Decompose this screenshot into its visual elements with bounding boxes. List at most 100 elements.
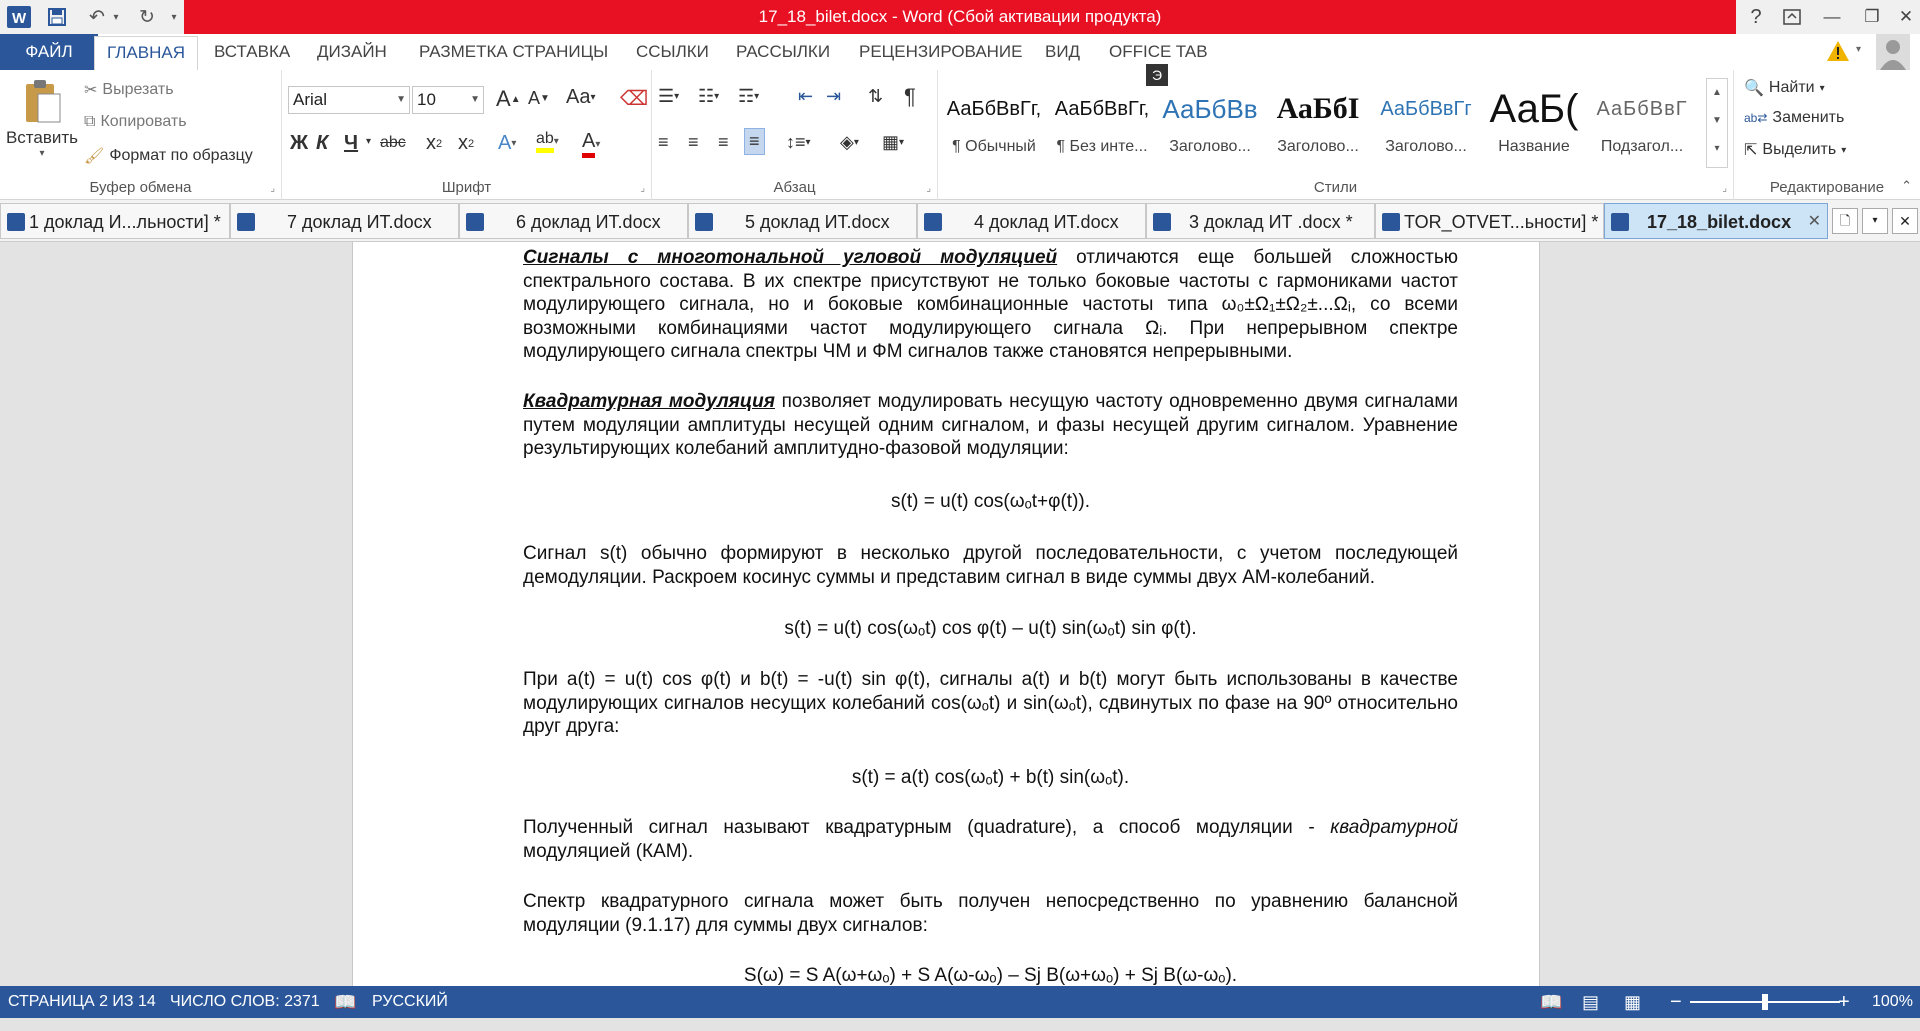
undo-dropdown-icon[interactable]: ▾	[108, 4, 124, 30]
collapse-ribbon-icon[interactable]: ⌃	[1901, 178, 1912, 194]
font-color-icon[interactable]: A ▾	[582, 130, 600, 158]
bullets-icon[interactable]: ☰ ▾	[658, 86, 679, 107]
tab-list-dropdown-icon[interactable]: ▾	[1862, 208, 1888, 234]
tab-design[interactable]: ДИЗАЙН	[317, 34, 387, 70]
style-no-spacing[interactable]: АаБбВвГг, ¶ Без инте...	[1048, 80, 1156, 185]
font-name-select[interactable]: Arial ▼	[288, 86, 410, 114]
tab-file[interactable]: ФАЙЛ	[0, 34, 98, 70]
account-dropdown-icon[interactable]: ▾	[1856, 44, 1861, 55]
multilevel-list-icon[interactable]: ☶ ▾	[738, 86, 759, 107]
warning-icon[interactable]	[1826, 40, 1850, 62]
zoom-in-icon[interactable]: +	[1838, 986, 1850, 1018]
paste-button[interactable]: Вставить ▾	[4, 78, 80, 159]
style-heading-1[interactable]: АаБбВв Заголово...	[1156, 80, 1264, 185]
numbering-icon[interactable]: ☷ ▾	[698, 86, 719, 107]
borders-icon[interactable]: ▦ ▾	[882, 132, 904, 153]
superscript-icon[interactable]: x2	[458, 132, 474, 155]
find-button[interactable]: 🔍 Найти ▾	[1744, 78, 1825, 98]
decrease-indent-icon[interactable]: ⇤	[798, 86, 813, 107]
line-spacing-icon[interactable]: ↕≡ ▾	[786, 132, 811, 153]
change-case-button[interactable]: Aa ▾	[566, 86, 596, 109]
style-heading-3[interactable]: АаБбВвГг Заголово...	[1372, 80, 1480, 185]
read-mode-icon[interactable]: 📖	[1540, 986, 1562, 1018]
zoom-out-icon[interactable]: −	[1670, 986, 1682, 1018]
doc-tab[interactable]: 7 доклад ИТ.docx	[230, 203, 459, 239]
bold-button[interactable]: Ж	[290, 132, 308, 155]
clear-formatting-icon[interactable]: ⌫	[620, 86, 648, 111]
tab-insert[interactable]: ВСТАВКА	[214, 34, 290, 70]
page-count[interactable]: СТРАНИЦА 2 ИЗ 14	[8, 986, 156, 1018]
print-layout-icon[interactable]: ▤	[1582, 986, 1599, 1018]
doc-tab-active[interactable]: 17_18_bilet.docx ✕	[1604, 203, 1828, 239]
tab-mailings[interactable]: РАССЫЛКИ	[736, 34, 830, 70]
avatar[interactable]	[1876, 34, 1910, 70]
cut-button[interactable]: ✂ Вырезать	[84, 80, 174, 100]
highlight-color-icon[interactable]: ab ▾	[536, 130, 559, 153]
redo-icon[interactable]: ↻	[132, 4, 162, 30]
tab-review[interactable]: РЕЦЕНЗИРОВАНИЕ	[859, 34, 1023, 70]
copy-button[interactable]: ⧉ Копировать	[84, 113, 187, 131]
style-normal[interactable]: АаБбВвГг, ¶ Обычный	[940, 80, 1048, 185]
customize-qat-icon[interactable]: ▾	[166, 4, 182, 30]
close-all-icon[interactable]: ✕	[1892, 208, 1918, 234]
doc-tab[interactable]: 1 доклад И...льности] *	[0, 203, 230, 239]
word-logo-icon[interactable]: W	[4, 4, 34, 30]
proofing-icon[interactable]: 📖	[334, 986, 356, 1018]
clipboard-group: Вставить ▾ ✂ Вырезать ⧉ Копировать 🖌 Формат…	[0, 70, 282, 200]
copy-icon: ⧉	[84, 113, 96, 130]
font-launcher-icon[interactable]: ⌟	[640, 183, 645, 194]
new-doc-icon[interactable]: 🗋	[1832, 208, 1858, 234]
close-icon[interactable]: ✕	[1886, 0, 1920, 34]
close-tab-icon[interactable]: ✕	[1808, 204, 1821, 238]
word-count[interactable]: ЧИСЛО СЛОВ: 2371	[170, 986, 320, 1018]
heading-quadrature: Квадратурная модуляция	[523, 391, 775, 412]
zoom-level[interactable]: 100%	[1872, 986, 1913, 1018]
text-effects-icon[interactable]: A ▾	[498, 132, 516, 155]
tab-home[interactable]: ГЛАВНАЯ	[94, 36, 198, 72]
zoom-slider-thumb[interactable]	[1762, 994, 1768, 1010]
style-title[interactable]: АаБ(Название	[1480, 80, 1588, 185]
ribbon-display-options-icon[interactable]	[1772, 0, 1812, 34]
minimize-icon[interactable]: —	[1812, 0, 1852, 34]
doc-tab[interactable]: 6 доклад ИТ.docx	[459, 203, 688, 239]
doc-tab[interactable]: 5 доклад ИТ.docx	[688, 203, 917, 239]
paragraph-launcher-icon[interactable]: ⌟	[926, 183, 931, 194]
strikethrough-button[interactable]: abc	[380, 134, 406, 152]
italic-button[interactable]: К	[316, 132, 328, 155]
justify-icon[interactable]: ≡	[744, 128, 765, 155]
tab-page-layout[interactable]: РАЗМЕТКА СТРАНИЦЫ	[419, 34, 608, 70]
doc-tab[interactable]: 3 доклад ИТ .docx *	[1146, 203, 1375, 239]
styles-scroll[interactable]: ▲ ▼ ▾	[1706, 78, 1728, 168]
change-case-dropdown-icon: ▾	[590, 92, 596, 103]
underline-dropdown-icon[interactable]: ▾	[366, 136, 371, 147]
style-heading-2[interactable]: АаБбI Заголово...	[1264, 80, 1372, 185]
help-icon[interactable]: ?	[1736, 0, 1776, 34]
tab-view[interactable]: ВИД	[1045, 34, 1080, 70]
web-layout-icon[interactable]: ▦	[1624, 986, 1641, 1018]
subscript-icon[interactable]: x2	[426, 132, 442, 155]
clipboard-launcher-icon[interactable]: ⌟	[270, 183, 275, 194]
format-painter-button[interactable]: 🖌 Формат по образцу	[84, 146, 253, 166]
doc-tab[interactable]: 4 доклад ИТ.docx	[917, 203, 1146, 239]
document-page[interactable]: Сигналы с многотональной угловой модуляц…	[352, 242, 1540, 986]
font-size-select[interactable]: 10 ▼	[412, 86, 484, 114]
show-marks-icon[interactable]: ¶	[904, 84, 916, 110]
shading-icon[interactable]: ◈ ▾	[840, 132, 859, 153]
shrink-font-icon[interactable]: A ▼	[528, 88, 550, 109]
paragraph-1: Сигналы с многотональной угловой модуляц…	[523, 246, 1458, 364]
select-button[interactable]: ⇱ Выделить ▾	[1744, 140, 1846, 160]
align-left-icon[interactable]: ≡	[658, 132, 669, 153]
language[interactable]: РУССКИЙ	[372, 986, 448, 1018]
underline-button[interactable]: Ч	[344, 132, 358, 155]
sort-icon[interactable]: ⇅	[868, 86, 883, 107]
doc-tab[interactable]: TOR_OTVET...ьности] *	[1375, 203, 1604, 239]
grow-font-icon[interactable]: A ▲	[496, 86, 521, 112]
align-center-icon[interactable]: ≡	[688, 132, 699, 153]
styles-launcher-icon[interactable]: ⌟	[1722, 183, 1727, 194]
align-right-icon[interactable]: ≡	[718, 132, 729, 153]
increase-indent-icon[interactable]: ⇥	[826, 86, 841, 107]
replace-button[interactable]: ab⇄ Заменить	[1744, 109, 1844, 127]
style-subtitle[interactable]: АаБбВвГ Подзагол...	[1588, 80, 1696, 185]
tab-references[interactable]: ССЫЛКИ	[636, 34, 709, 70]
save-icon[interactable]	[42, 4, 72, 30]
